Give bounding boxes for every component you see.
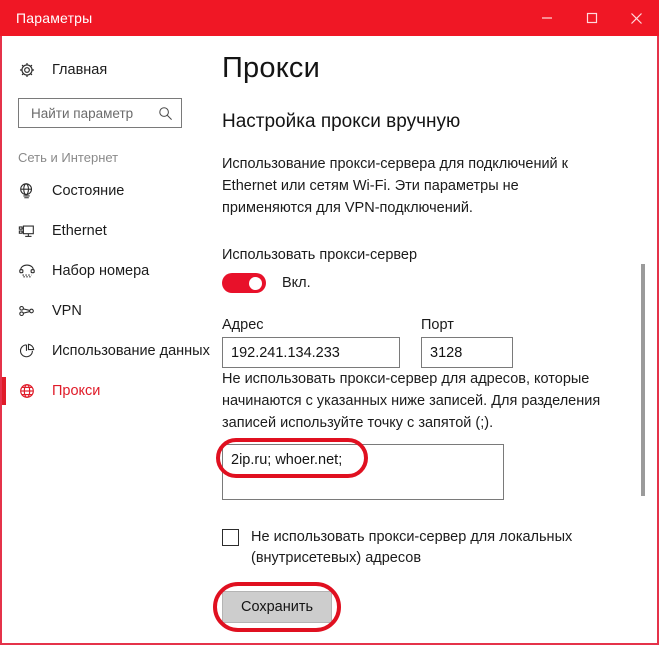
save-button-wrap: Сохранить — [213, 582, 341, 632]
sidebar-item-proxy[interactable]: Прокси — [2, 371, 210, 411]
globe-icon — [18, 382, 44, 400]
minimize-button[interactable] — [524, 0, 569, 36]
scrollbar-thumb[interactable] — [641, 264, 645, 496]
search-box[interactable] — [18, 98, 182, 128]
window-controls — [524, 0, 659, 36]
maximize-button[interactable] — [569, 0, 614, 36]
settings-window: Параметры Главная Найти параметр Сеть и … — [0, 0, 659, 645]
proxy-description: Использование прокси-сервера для подключ… — [222, 156, 569, 216]
local-bypass-checkbox[interactable] — [222, 529, 239, 546]
window-title: Параметры — [16, 10, 93, 26]
sidebar-item-label: Прокси — [52, 383, 101, 399]
main-content: Прокси Настройка прокси вручную Использо… — [210, 36, 657, 643]
port-input[interactable] — [421, 337, 513, 368]
address-group: Адрес — [222, 317, 400, 368]
sidebar-item-status[interactable]: Состояние — [2, 171, 210, 211]
close-button[interactable] — [614, 0, 659, 36]
window-body: Главная Сеть и Интернет — [2, 36, 657, 643]
sidebar-item-vpn[interactable]: VPN — [2, 291, 210, 331]
use-proxy-label: Использовать прокси-сервер — [222, 247, 418, 263]
content-scrollbar[interactable] — [637, 36, 649, 643]
local-bypass-label: Не использовать прокси-сервер для локаль… — [251, 529, 573, 566]
port-label: Порт — [421, 317, 454, 333]
sidebar-item-dialup[interactable]: Набор номера — [2, 251, 210, 291]
sidebar-item-data-usage[interactable]: Использование данных — [2, 331, 210, 371]
search-input[interactable] — [29, 104, 158, 122]
sidebar-item-label: Главная — [52, 62, 108, 78]
save-button[interactable]: Сохранить — [222, 591, 332, 623]
page-title: Прокси — [222, 52, 321, 84]
section-title: Настройка прокси вручную — [222, 111, 461, 132]
monitor-icon — [18, 222, 44, 240]
vpn-nodes-icon — [18, 302, 44, 320]
phone-icon — [18, 262, 44, 280]
search-icon — [158, 106, 173, 121]
globe-network-icon — [18, 182, 44, 200]
sidebar-item-label: VPN — [52, 303, 82, 319]
use-proxy-toggle[interactable] — [222, 273, 266, 293]
port-group: Порт — [421, 317, 513, 368]
exclusion-input[interactable] — [222, 444, 504, 500]
address-port-row: Адрес Порт — [222, 317, 657, 368]
title-bar: Параметры — [0, 0, 659, 36]
sidebar-item-label: Набор номера — [52, 263, 150, 279]
address-label: Адрес — [222, 317, 264, 333]
toggle-state-text: Вкл. — [282, 275, 311, 291]
address-input[interactable] — [222, 337, 400, 368]
toggle-knob — [249, 276, 262, 290]
local-bypass-row[interactable]: Не использовать прокси-сервер для локаль… — [222, 527, 657, 569]
sidebar-item-label: Состояние — [52, 183, 125, 199]
sidebar-item-home[interactable]: Главная — [2, 50, 210, 90]
sidebar-item-ethernet[interactable]: Ethernet — [2, 211, 210, 251]
pie-chart-icon — [18, 342, 44, 360]
sidebar: Главная Сеть и Интернет — [2, 36, 210, 643]
sidebar-item-label: Ethernet — [52, 223, 107, 239]
exclusion-description: Не использовать прокси-сервер для адресо… — [222, 371, 601, 431]
exclusion-field-wrap — [216, 438, 657, 505]
use-proxy-toggle-row: Вкл. — [222, 273, 657, 293]
sidebar-section-label: Сеть и Интернет — [18, 150, 119, 165]
sidebar-item-label: Использование данных — [52, 343, 210, 359]
gear-icon — [18, 61, 44, 79]
